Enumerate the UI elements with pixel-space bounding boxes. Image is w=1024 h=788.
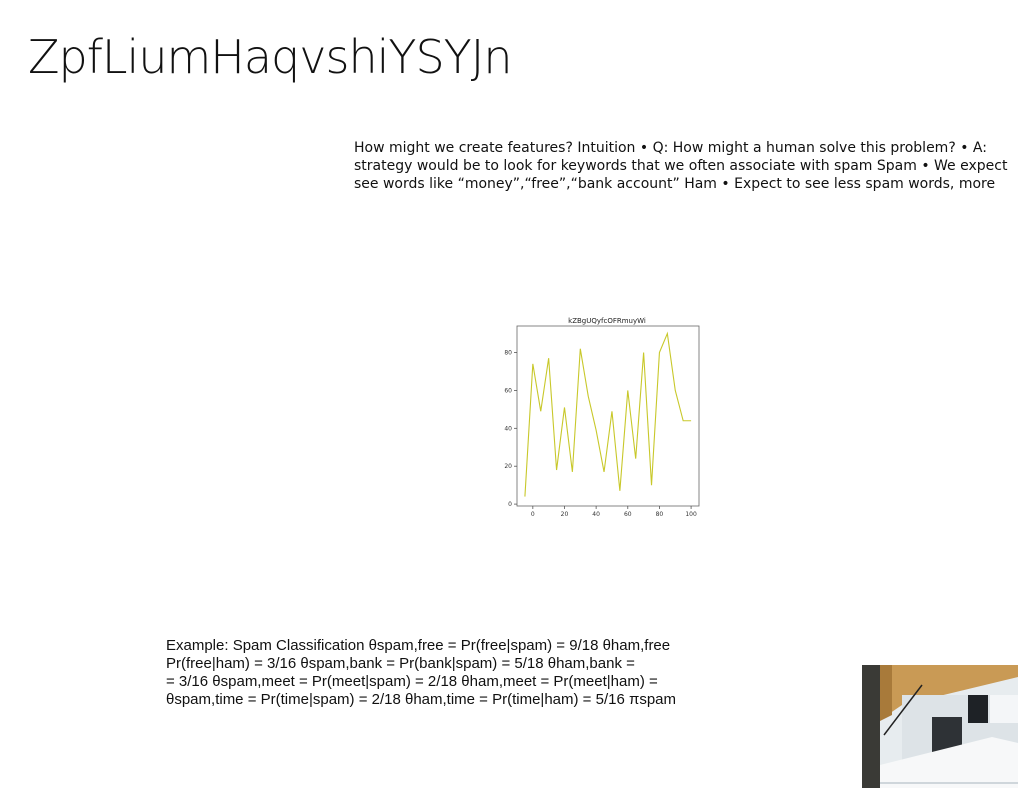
x-tick-label: 20 [561, 511, 569, 518]
example-block: Example: Spam Classification θspam,free … [166, 637, 706, 709]
x-tick-label: 40 [592, 511, 600, 518]
building-photo [862, 665, 1018, 788]
text-line: How might we create features? Intuition … [354, 140, 987, 156]
chart-svg: kZBgUQyfcOFRmuyWi 0 20 40 60 80 100 0 20 40 60 80 [504, 317, 700, 518]
text-block: How might we create features? Intuition … [354, 139, 1024, 193]
example-line: Example: Spam Classification θspam,free … [166, 637, 671, 654]
x-tick-label: 0 [531, 511, 535, 518]
example-line: = 3/16 θspam,meet = Pr(meet|spam) = 2/18… [166, 673, 658, 690]
text-line: strategy would be to look for keywords t… [354, 158, 1008, 174]
slide-title: ZpfLiumHaqvshiYSYJn [28, 30, 512, 84]
y-tick-label: 80 [504, 350, 512, 357]
example-line: θspam,time = Pr(time|spam) = 2/18 θham,t… [166, 691, 676, 708]
y-tick-label: 0 [508, 501, 512, 508]
x-tick-label: 80 [656, 511, 664, 518]
y-tick-label: 20 [504, 463, 512, 470]
example-line: Pr(free|ham) = 3/16 θspam,bank = Pr(bank… [166, 655, 635, 672]
line-chart: kZBgUQyfcOFRmuyWi 0 20 40 60 80 100 0 20 40 60 80 [495, 310, 710, 520]
text-line: see words like “money”,“free”,“bank acco… [354, 176, 996, 192]
x-tick-label: 100 [685, 511, 697, 518]
chart-title: kZBgUQyfcOFRmuyWi [568, 317, 646, 325]
y-tick-label: 60 [504, 387, 512, 394]
series-line [524, 331, 692, 497]
y-tick-label: 40 [504, 425, 512, 432]
plot-frame [516, 325, 700, 507]
x-tick-label: 60 [624, 511, 632, 518]
